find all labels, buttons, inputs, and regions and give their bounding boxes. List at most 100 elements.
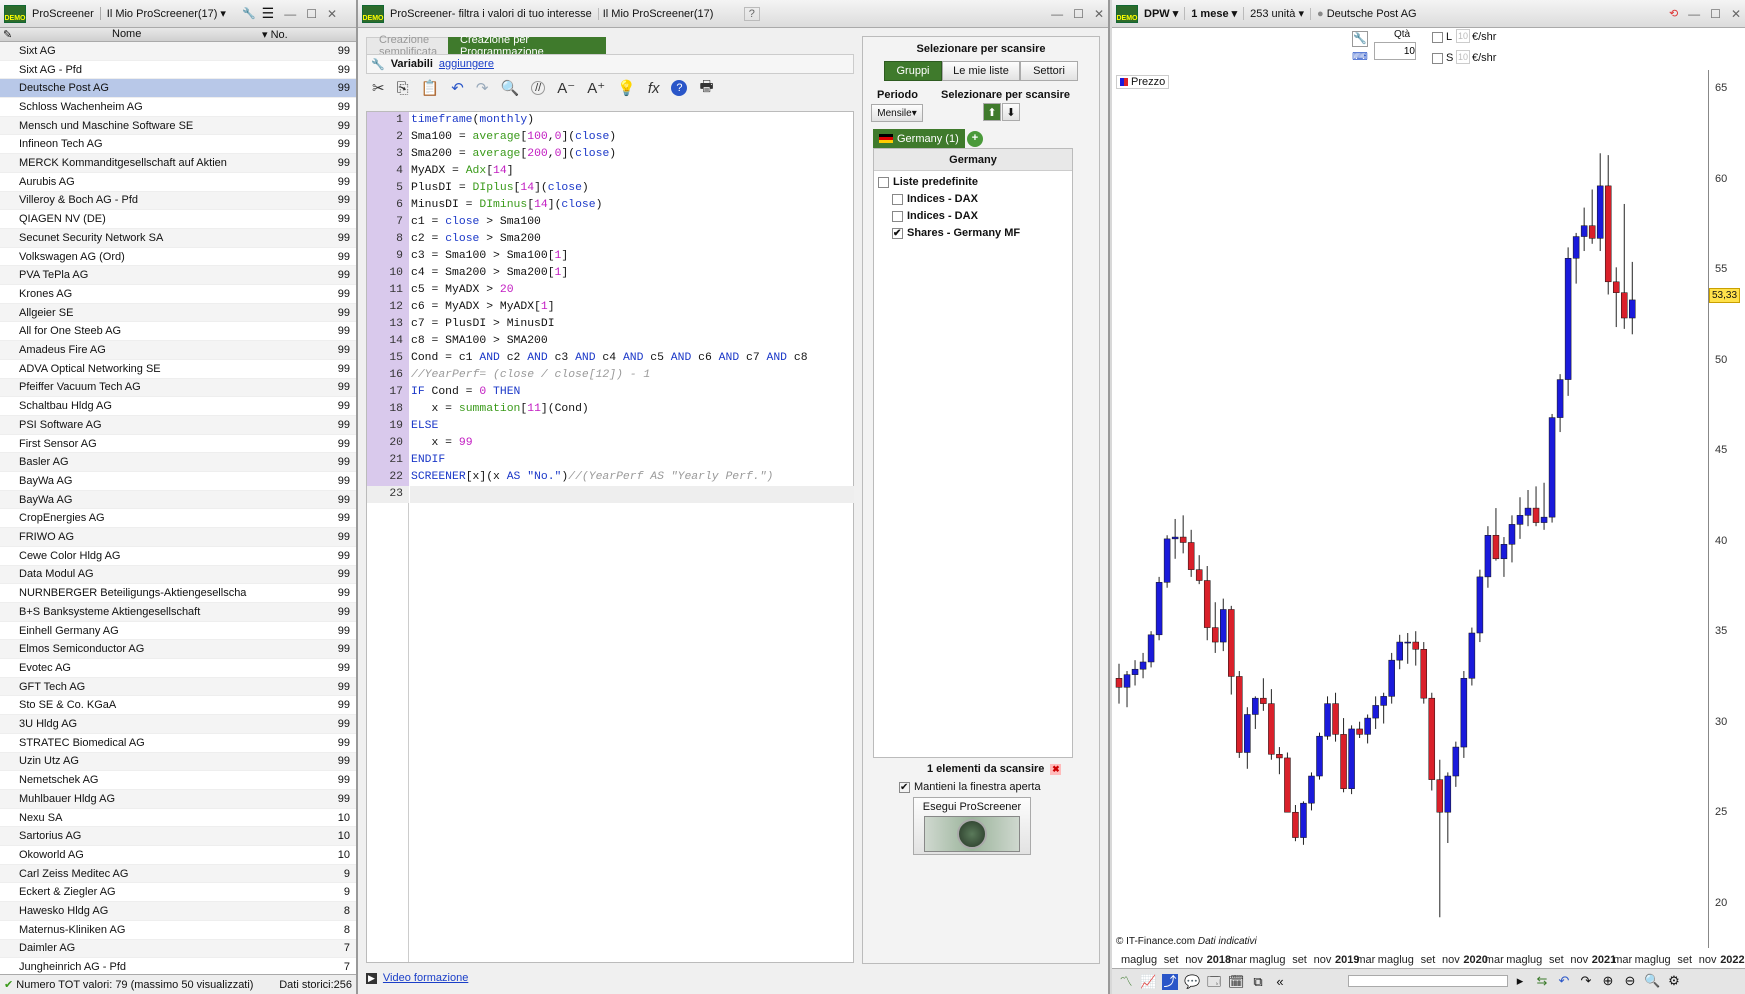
list-item[interactable]: All for One Steeb AG 99 <box>0 322 356 342</box>
list-item[interactable]: Sartorius AG 10 <box>0 827 356 847</box>
draw-icon[interactable]: 〽 <box>1118 974 1134 990</box>
font-decrease-icon[interactable]: A⁻ <box>557 79 575 97</box>
paste-icon[interactable]: 📋 <box>421 79 440 97</box>
list-item[interactable]: MERCK Kommanditgesellschaft auf Aktien 99 <box>0 154 356 173</box>
calendar-icon[interactable]: 🗓 <box>1228 974 1245 990</box>
qty-input[interactable] <box>1374 42 1416 60</box>
timeframe-select[interactable]: 1 mese ▾ <box>1184 7 1237 20</box>
tab-programming[interactable]: Creazione per Programmazione <box>448 34 606 58</box>
scroll-left-icon[interactable]: « <box>1272 974 1288 990</box>
redo-icon[interactable]: ↷ <box>1578 973 1594 989</box>
settings-icon[interactable]: ✎ <box>3 28 12 41</box>
group-tab[interactable]: Germany (1) <box>873 129 965 148</box>
arrow-right-icon[interactable]: ▸ <box>1512 973 1528 989</box>
list-item[interactable]: Cewe Color Hldg AG 99 <box>0 546 356 566</box>
list-item[interactable]: BayWa AG 99 <box>0 490 356 510</box>
layout-icon[interactable]: ⧉ <box>1250 974 1266 990</box>
print-icon[interactable]: 🖶 <box>699 76 713 101</box>
list-item[interactable]: FRIWO AG 99 <box>0 528 356 547</box>
list-item[interactable]: Krones AG 99 <box>0 285 356 304</box>
help-icon[interactable]: ? <box>671 80 688 96</box>
checkbox[interactable] <box>878 176 889 188</box>
list-item[interactable]: Sixt AG - Pfd 99 <box>0 60 356 80</box>
zoom-in-icon[interactable]: 🔍 <box>1644 973 1660 989</box>
sectors-button[interactable]: Settori <box>1020 61 1078 81</box>
list-item[interactable]: QIAGEN NV (DE) 99 <box>0 210 356 229</box>
search-icon[interactable]: 🔍 <box>500 79 519 97</box>
groups-button[interactable]: Gruppi <box>884 61 942 81</box>
close-icon[interactable]: ✕ <box>1731 7 1741 21</box>
tree-item[interactable]: Indices - DAX <box>892 210 1072 222</box>
list-item[interactable]: Volkswagen AG (Ord) 99 <box>0 247 356 267</box>
minimize-icon[interactable]: — <box>1051 7 1063 21</box>
indicator-icon[interactable]: 📈 <box>1140 974 1156 990</box>
list-item[interactable]: Nexu SA 10 <box>0 808 356 828</box>
list-item[interactable]: Amadeus Fire AG 99 <box>0 341 356 360</box>
list-item[interactable]: B+S Banksysteme Aktiengesellschaft 99 <box>0 603 356 622</box>
maximize-icon[interactable]: ☐ <box>1710 7 1721 21</box>
zoom-out-icon[interactable]: ⊖ <box>1622 973 1638 989</box>
arrow-up-icon[interactable]: ⬆ <box>983 103 1001 121</box>
list-item[interactable]: Villeroy & Boch AG - Pfd 99 <box>0 191 356 211</box>
list-item[interactable]: Uzin Utz AG 99 <box>0 752 356 772</box>
list-item[interactable]: CropEnergies AG 99 <box>0 509 356 529</box>
add-variable-link[interactable]: aggiungere <box>439 58 494 70</box>
tree-item[interactable]: ✔ Shares - Germany MF <box>892 227 1072 239</box>
list-item[interactable]: Aurubis AG 99 <box>0 172 356 192</box>
lightbulb-icon[interactable]: 💡 <box>617 79 636 97</box>
copy-icon[interactable]: ⎘ <box>397 80 409 97</box>
font-increase-icon[interactable]: A⁺ <box>587 79 605 97</box>
menu-icon[interactable]: ☰ <box>262 5 275 22</box>
list-item[interactable]: Sto SE & Co. KGaA 99 <box>0 696 356 716</box>
maximize-icon[interactable]: ☐ <box>1073 7 1084 21</box>
list-item[interactable]: Data Modul AG 99 <box>0 565 356 585</box>
col-no-header[interactable]: ▾ No. <box>262 28 288 41</box>
list-item[interactable]: Deutsche Post AG 99 <box>0 79 356 99</box>
sync-icon[interactable]: ⟲ <box>1669 7 1678 20</box>
list-item[interactable]: Elmos Semiconductor AG 99 <box>0 640 356 660</box>
list-item[interactable]: Allgeier SE 99 <box>0 303 356 323</box>
list-item[interactable]: NURNBERGER Beteiligungs-Aktiengesellscha… <box>0 584 356 603</box>
list-item[interactable]: Infineon Tech AG 99 <box>0 135 356 155</box>
list-item[interactable]: Hawesko Hldg AG 8 <box>0 902 356 921</box>
list-item[interactable]: PVA TePla AG 99 <box>0 266 356 286</box>
close-icon[interactable]: ✕ <box>327 7 337 21</box>
list-item[interactable]: Secunet Security Network SA 99 <box>0 229 356 248</box>
share-icon[interactable]: ⤴ <box>1162 973 1178 990</box>
list-item[interactable]: First Sensor AG 99 <box>0 434 356 454</box>
list-item[interactable]: Carl Zeiss Meditec AG 9 <box>0 864 356 884</box>
video-link[interactable]: ▶ Video formazione <box>366 972 468 984</box>
candlestick-chart[interactable] <box>1112 70 1708 948</box>
list-item[interactable]: Eckert & Ziegler AG 9 <box>0 883 356 903</box>
list-item[interactable]: 3U Hldg AG 99 <box>0 715 356 734</box>
checkbox-checked[interactable]: ✔ <box>899 781 910 793</box>
add-group-icon[interactable]: + <box>967 131 983 147</box>
clear-icon[interactable]: ✖ <box>1050 763 1062 775</box>
period-select[interactable]: Mensile ▾ <box>871 104 923 122</box>
fit-icon[interactable]: ⇆ <box>1534 973 1550 989</box>
wrench-icon[interactable]: 🔧 <box>242 7 256 20</box>
minimize-icon[interactable]: — <box>284 7 296 21</box>
long-val[interactable]: 10 <box>1456 29 1471 43</box>
list-item[interactable]: Okoworld AG 10 <box>0 846 356 865</box>
units-select[interactable]: 253 unità ▾ <box>1243 7 1304 20</box>
keep-open[interactable]: ✔ Mantieni la finestra aperta <box>899 781 1041 793</box>
tree-item[interactable]: Indices - DAX <box>892 193 1072 205</box>
list-item[interactable]: Daimler AG 7 <box>0 939 356 959</box>
checkbox[interactable] <box>892 193 903 205</box>
settings-icon[interactable]: ⚙ <box>1666 973 1682 989</box>
symbol-select[interactable]: DPW ▾ <box>1144 7 1178 20</box>
list-item[interactable]: PSI Software AG 99 <box>0 416 356 435</box>
list-item[interactable]: GFT Tech AG 99 <box>0 677 356 697</box>
help-icon[interactable]: ? <box>743 6 760 21</box>
lists-button[interactable]: Le mie liste <box>942 61 1020 81</box>
long-checkbox[interactable] <box>1432 32 1443 43</box>
minimize-icon[interactable]: — <box>1688 7 1700 21</box>
screener-selector[interactable]: Il Mio ProScreener(17) ▾ <box>99 7 226 20</box>
arrow-down-icon[interactable]: ⬇ <box>1002 103 1020 121</box>
list-item[interactable]: Nemetschek AG 99 <box>0 771 356 790</box>
wrench-icon[interactable]: 🔧 <box>1352 31 1368 47</box>
window-icon[interactable]: 🗔 <box>1206 974 1222 990</box>
undo-icon[interactable]: ↶ <box>1556 973 1572 989</box>
list-item[interactable]: Muhlbauer Hldg AG 99 <box>0 790 356 809</box>
